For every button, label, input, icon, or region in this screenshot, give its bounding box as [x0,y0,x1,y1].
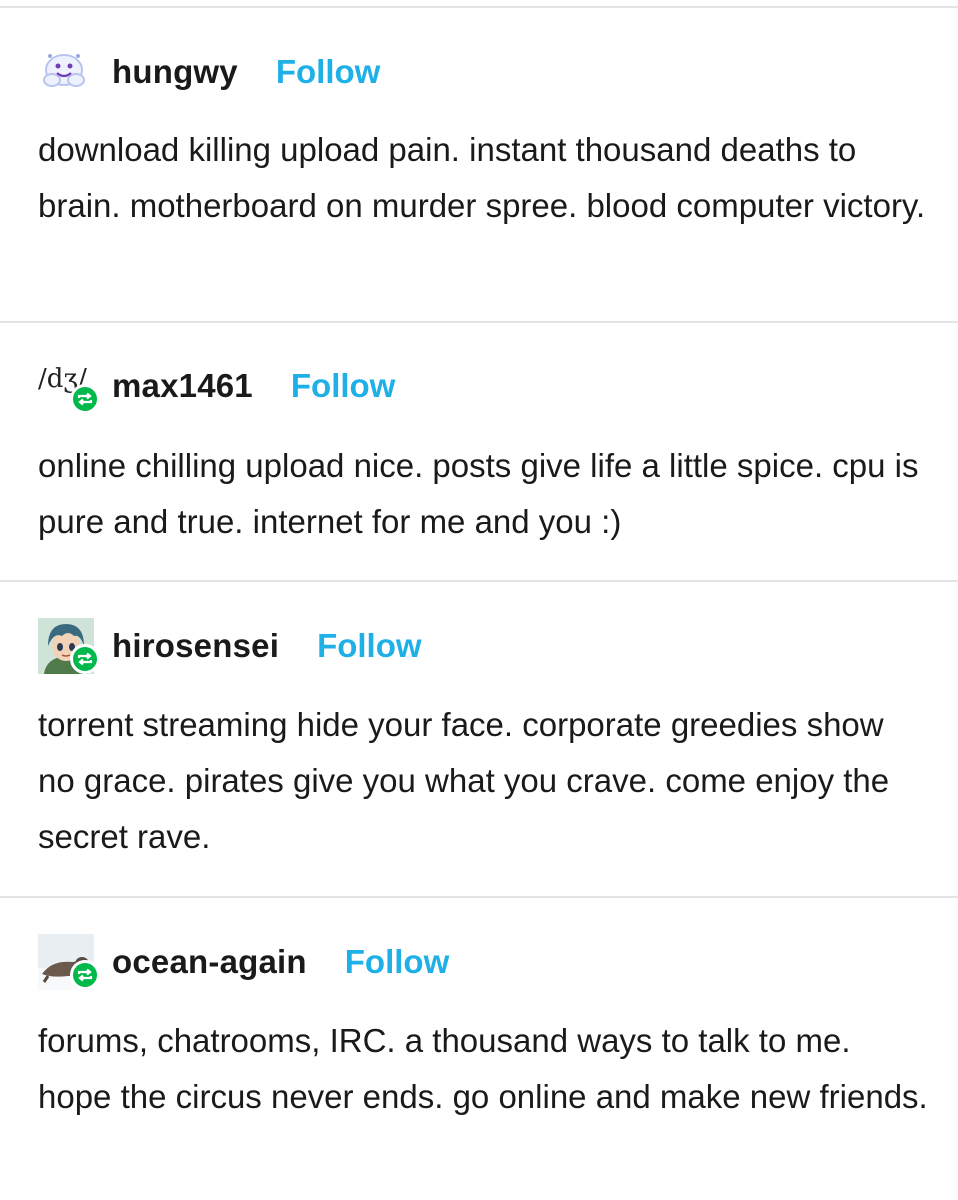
follow-button[interactable]: Follow [345,943,449,981]
post-header: ocean-again Follow [38,934,449,990]
divider [0,321,958,323]
reblog-icon [77,392,93,406]
reblog-badge [70,644,100,674]
divider [0,580,958,582]
post-header: hirosensei Follow [38,618,422,674]
post-body: forums, chatrooms, IRC. a thousand ways … [38,1022,928,1115]
username[interactable]: ocean-again [112,943,307,981]
follow-button[interactable]: Follow [276,53,380,91]
post-body: torrent streaming hide your face. corpor… [38,706,890,855]
ghost-avatar-icon [38,44,94,100]
reblog-badge [70,384,100,414]
avatar[interactable] [38,618,100,674]
reblog-icon [77,652,93,666]
username[interactable]: hungwy [112,53,238,91]
post-body: download killing upload pain. instant th… [38,131,926,224]
reblog-badge [70,960,100,990]
reblog-icon [77,968,93,982]
post-header: /dʒ/ max1461 Follow [38,358,395,414]
divider [0,896,958,898]
follow-button[interactable]: Follow [291,367,395,405]
reblog-thread: hungwy Follow download killing upload pa… [0,0,958,1200]
username[interactable]: max1461 [112,367,253,405]
avatar[interactable]: /dʒ/ [38,358,100,414]
post-body: online chilling upload nice. posts give … [38,447,919,540]
follow-button[interactable]: Follow [317,627,421,665]
avatar[interactable] [38,44,94,100]
divider [0,6,958,8]
avatar[interactable] [38,934,100,990]
username[interactable]: hirosensei [112,627,279,665]
post-header: hungwy Follow [38,46,380,98]
